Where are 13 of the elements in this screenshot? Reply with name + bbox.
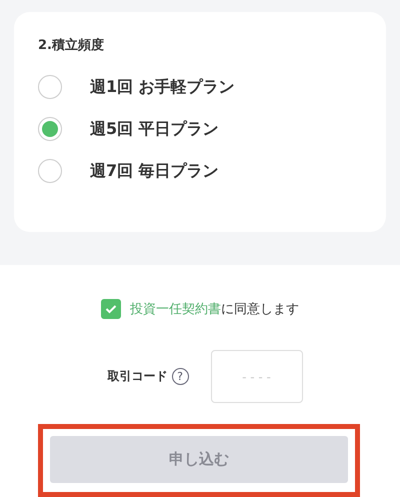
- agreement-text: 投資一任契約書に同意します: [130, 301, 299, 318]
- code-input-field[interactable]: - - - -: [210, 350, 302, 403]
- radio-button[interactable]: [38, 75, 62, 99]
- checkbox[interactable]: [101, 299, 121, 319]
- field-label: 取引コード: [108, 368, 168, 385]
- option-label[interactable]: 週1回 お手軽プラン: [90, 76, 235, 98]
- radio-button[interactable]: [38, 117, 62, 141]
- check-icon: [105, 304, 117, 314]
- help-icon[interactable]: ?: [172, 368, 188, 385]
- option-label[interactable]: 週5回 平日プラン: [90, 118, 219, 140]
- option-label[interactable]: 週7回 毎日プラン: [90, 160, 219, 182]
- section-title: 2.積立頻度: [38, 36, 105, 54]
- radio-button[interactable]: [38, 159, 62, 183]
